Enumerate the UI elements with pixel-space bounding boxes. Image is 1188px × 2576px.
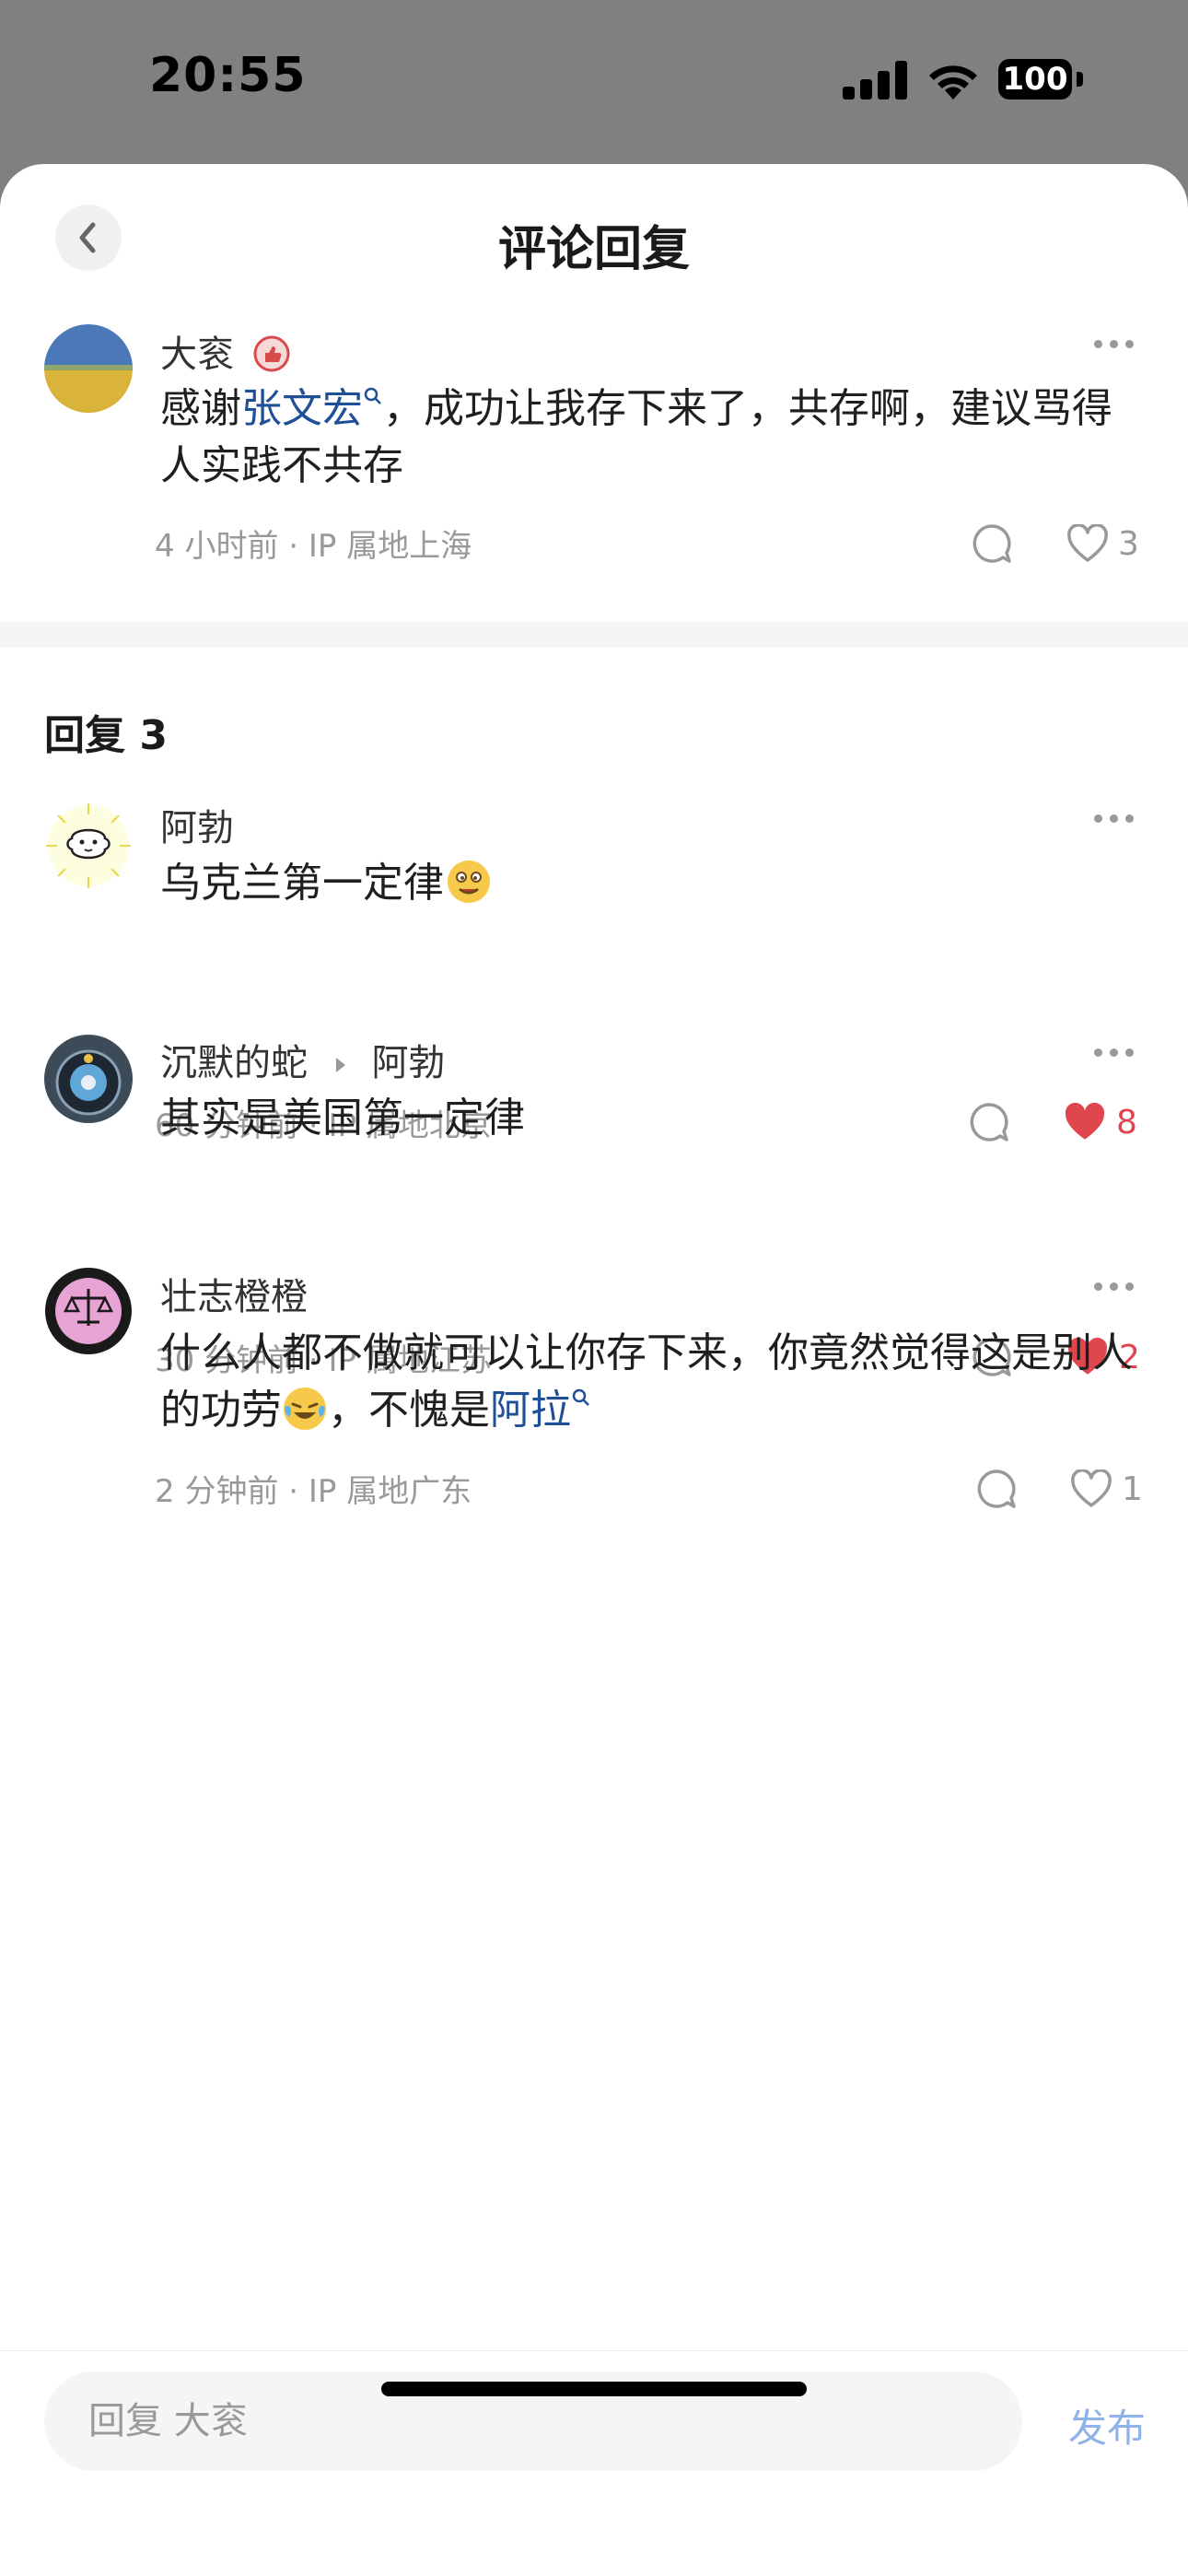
replies-header: 回复 3 (44, 712, 168, 759)
reply-target-user[interactable]: 阿勃 (371, 1042, 445, 1084)
laughing-tears-emoji-icon (284, 1388, 326, 1430)
like-button[interactable]: 1 (1070, 1467, 1143, 1511)
wifi-icon (929, 65, 977, 100)
search-icon (364, 387, 381, 404)
mention-link[interactable]: 张文宏 (241, 385, 383, 432)
username[interactable]: 阿勃 (160, 798, 234, 851)
heart-outline-icon (1071, 1469, 1112, 1507)
heart-outline-icon (1067, 524, 1108, 562)
like-button[interactable]: 3 (1066, 521, 1139, 566)
status-bar: 20:55 100 (0, 0, 1188, 164)
avatar[interactable] (44, 802, 133, 890)
comment-sheet: 评论回复 大衮 感谢张文宏 ，成功让我存下来了，共存啊，建议骂得人实践不共存 4 … (0, 164, 1188, 2576)
more-options-icon[interactable] (1094, 1048, 1135, 1058)
reply-bubble-icon[interactable] (976, 1469, 1017, 1509)
avatar[interactable] (44, 1267, 133, 1355)
search-icon (572, 1388, 589, 1406)
drooling-face-emoji-icon (448, 861, 490, 903)
mention-link[interactable]: 阿拉 (490, 1387, 591, 1434)
comment-text: 乌克兰第一定律 (160, 855, 1136, 912)
page-title: 评论回复 (497, 222, 690, 277)
battery-level: 100 (998, 59, 1072, 100)
comment-meta: 4 小时前 · IP 属地上海 (155, 528, 472, 565)
cellular-signal-icon (843, 61, 907, 100)
avatar[interactable] (44, 324, 133, 413)
like-count: 1 (1122, 1469, 1143, 1508)
reply-arrow-icon (335, 1058, 345, 1072)
status-time: 20:55 (149, 48, 307, 103)
publish-button[interactable]: 发布 (1068, 2397, 1146, 2453)
header: 评论回复 (0, 164, 1188, 321)
avatar[interactable] (44, 1035, 133, 1123)
home-indicator[interactable] (381, 2382, 807, 2396)
section-divider (0, 622, 1188, 648)
comment-text: 什么人都不做就可以让你存下来，你竟然觉得这是别人的功劳 ，不愧是阿拉 (160, 1329, 1133, 1434)
like-count: 3 (1118, 524, 1139, 563)
reply-bubble-icon[interactable] (972, 523, 1012, 564)
comment-meta: 2 分钟前 · IP 属地广东 (155, 1473, 472, 1510)
comment-text: 其实是美国第一定律 (160, 1095, 525, 1142)
battery-icon: 100 (998, 59, 1083, 100)
comment-text: 感谢张文宏 ，成功让我存下来了，共存啊，建议骂得人实践不共存 (160, 385, 1112, 489)
username[interactable]: 壮志橙橙 (160, 1267, 308, 1320)
username[interactable]: 沉默的蛇 阿勃 (160, 1033, 445, 1086)
thumbs-up-badge-icon (253, 335, 290, 372)
username[interactable]: 大衮 (160, 324, 290, 378)
more-options-icon[interactable] (1094, 1282, 1135, 1292)
more-options-icon[interactable] (1094, 340, 1135, 349)
more-options-icon[interactable] (1094, 814, 1135, 824)
